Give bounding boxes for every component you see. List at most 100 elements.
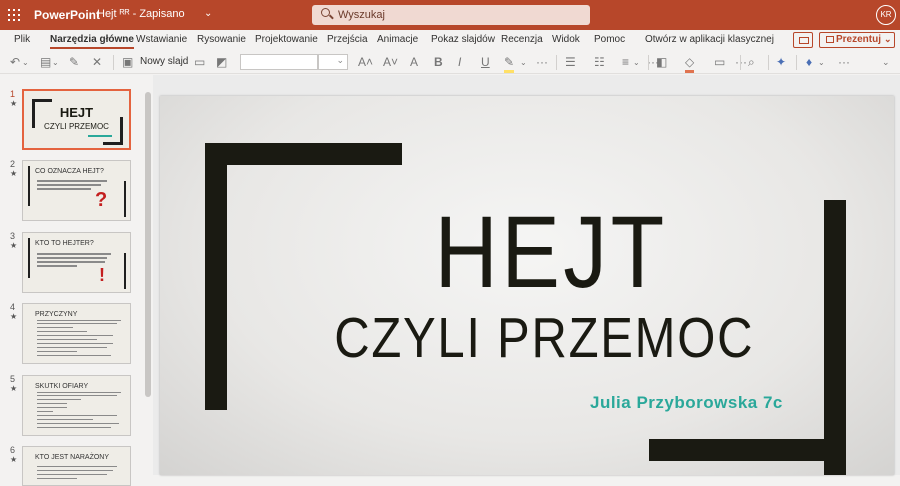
chevron-down-icon[interactable]: ⌄ [884,34,892,45]
designer-icon[interactable]: ✦ [776,55,786,70]
star-icon: ★ [10,455,18,464]
tab-transitions[interactable]: Przejścia [327,34,368,45]
tab-home[interactable]: Narzędzia główne [50,34,134,49]
increase-font-icon[interactable]: A˄ [358,55,373,70]
avatar[interactable]: KR [876,5,896,25]
slide-title[interactable]: HEJT [211,199,842,305]
paste-icon[interactable]: ▤ [40,55,51,70]
search-icon [321,8,330,17]
slide-thumbnail-3[interactable]: KTO TO HEJTER? ! [22,232,131,293]
thumbnail-number: 6 [10,445,16,455]
tab-slideshow[interactable]: Pokaz slajdów [431,34,495,45]
thumbnail-title: PRZYCZYNY [35,311,78,318]
exclamation-icon: ! [99,265,105,285]
thumbnail-number: 2 [10,159,16,169]
thumbnail-title: CO OZNACZA HEJT? [35,168,104,175]
slide-thumbnail-2[interactable]: CO OZNACZA HEJT? ? [22,160,131,221]
app-launcher-icon[interactable] [8,9,20,21]
thumbnail-number: 1 [10,89,16,99]
thumbnail-number: 5 [10,374,16,384]
frame-bar-bottom [649,439,846,461]
font-size-select[interactable]: ⌄ [318,54,348,70]
more-icon[interactable]: ··· [536,55,548,70]
chevron-down-icon[interactable]: ⌄ [204,8,212,19]
separator [113,55,114,70]
underline-icon[interactable]: U [481,55,490,70]
clear-format-icon[interactable]: A [410,55,418,70]
separator [556,55,557,70]
title-bar: PowerPoint Hejt ᴿᴿ - Zapisano ⌄ Wyszukaj… [0,0,900,30]
document-name[interactable]: Hejt ᴿᴿ - Zapisano [97,8,185,20]
slide-subtitle[interactable]: CZYLI PRZEMOC [211,308,842,368]
more-options-icon[interactable]: ··· [838,55,850,70]
shapes-icon[interactable]: ◧ [656,55,667,70]
tab-draw[interactable]: Rysowanie [197,34,246,45]
tab-file[interactable]: Plik [14,34,30,45]
thumbnail-title: KTO JEST NARAŻONY [35,454,110,461]
scrollbar-thumb[interactable] [145,92,151,397]
thumbnail-scrollbar[interactable] [143,75,153,475]
align-icon[interactable]: ≡ [622,55,629,70]
search-box[interactable]: Wyszukaj [312,5,590,25]
chevron-down-icon[interactable]: ⌄ [633,55,640,70]
slide-author[interactable]: Julia Przyborowska 7c [590,393,783,413]
layout-icon[interactable]: ▭ [194,55,205,70]
find-icon[interactable]: ⌕ [748,55,755,70]
thumbnail-title: KTO TO HEJTER? [35,240,94,247]
decrease-font-icon[interactable]: A˅ [383,55,398,70]
star-icon: ★ [10,241,18,250]
chevron-down-icon[interactable]: ⌄ [882,55,890,70]
slide-editor: HEJT CZYLI PRZEMOC Julia Przyborowska 7c [153,75,900,475]
slide-thumbnail-1[interactable]: HEJT CZYLI PRZEMOC [22,89,131,150]
highlight-icon[interactable]: ✎ [504,55,515,73]
arrange-icon[interactable]: ▭ [714,55,725,70]
comments-button[interactable] [793,32,813,48]
star-icon: ★ [10,169,18,178]
design-icon[interactable]: ◩ [216,55,227,70]
tab-help[interactable]: Pomoc [594,34,625,45]
slide-thumbnail-6[interactable]: KTO JEST NARAŻONY [22,446,131,486]
frame-bar-top [205,143,402,165]
present-button[interactable]: Prezentuj ⌄ [819,32,895,48]
tab-insert[interactable]: Wstawianie [136,34,187,45]
thumbnail-title: SKUTKI OFIARY [35,383,89,390]
thumbnail-number: 4 [10,302,16,312]
bold-icon[interactable]: B [434,55,443,70]
more-icon[interactable]: ··· [735,55,747,70]
slide-thumbnail-pane: 1 ★ HEJT CZYLI PRZEMOC 2 ★ CO OZNACZA HE… [0,75,143,486]
app-name[interactable]: PowerPoint [34,8,100,22]
slide-thumbnail-5[interactable]: SKUTKI OFIARY [22,375,131,436]
tab-view[interactable]: Widok [552,34,580,45]
tab-open-desktop[interactable]: Otwórz w aplikacji klasycznej [645,34,774,45]
tab-review[interactable]: Recenzja [501,34,543,45]
format-painter-icon[interactable]: ✎ [69,55,79,70]
undo-icon[interactable]: ↶ [10,55,20,70]
separator [648,55,649,70]
tab-design[interactable]: Projektowanie [255,34,318,45]
dictate-icon[interactable]: ♦ [806,55,812,70]
delete-icon[interactable]: ✕ [92,55,102,70]
star-icon: ★ [10,312,18,321]
numbering-icon[interactable]: ☷ [594,55,605,70]
present-label: Prezentuj [836,34,882,45]
star-icon: ★ [10,384,18,393]
shape-fill-icon[interactable]: ◇ [685,55,695,73]
italic-icon[interactable]: I [458,55,461,70]
new-slide-icon[interactable]: ▣ [122,55,133,70]
slide-thumbnail-4[interactable]: PRZYCZYNY [22,303,131,364]
thumbnail-title: HEJT [59,105,94,120]
chevron-down-icon[interactable]: ⌄ [818,55,825,70]
font-name-select[interactable] [240,54,318,70]
new-slide-button[interactable]: Nowy slajd [140,56,188,67]
chevron-down-icon[interactable]: ⌄ [22,55,29,70]
separator [740,55,741,70]
ribbon-tabs: Plik Narzędzia główne Wstawianie Rysowan… [0,30,900,52]
question-mark-icon: ? [95,189,108,211]
chevron-down-icon[interactable]: ⌄ [520,55,527,70]
search-placeholder: Wyszukaj [338,9,385,21]
tab-animations[interactable]: Animacje [377,34,418,45]
chevron-down-icon[interactable]: ⌄ [52,55,59,70]
slide-canvas[interactable]: HEJT CZYLI PRZEMOC Julia Przyborowska 7c [160,96,894,475]
thumbnail-number: 3 [10,231,16,241]
bullets-icon[interactable]: ☰ [565,55,576,70]
